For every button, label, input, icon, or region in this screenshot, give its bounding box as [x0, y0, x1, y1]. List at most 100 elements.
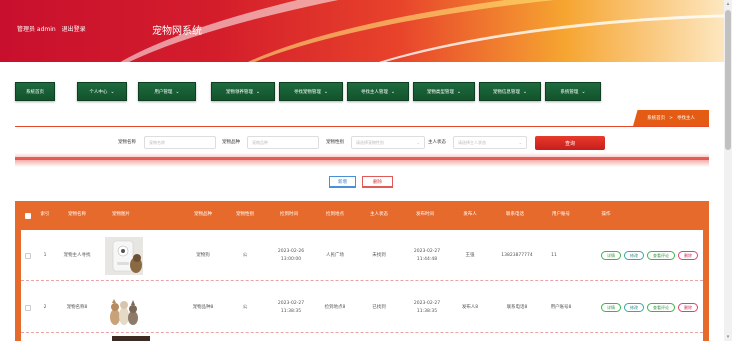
- nav-users[interactable]: 用户管理 ⌄: [138, 82, 196, 101]
- header-breed: 宠物品种: [194, 212, 212, 218]
- row-checkbox[interactable]: [21, 282, 35, 333]
- pet-gender-select[interactable]: 请选择宠物性别 ⌄: [351, 136, 425, 149]
- edit-button[interactable]: 修改: [624, 303, 644, 312]
- cell-found-time: 2023-02-26 13:00:00: [277, 249, 305, 262]
- pet-gender-label: 宠物性别: [326, 140, 344, 145]
- header-actions: 操作: [601, 212, 611, 218]
- add-button[interactable]: 新增: [329, 176, 356, 188]
- query-button[interactable]: 查询: [535, 136, 605, 150]
- table-body: 1 宠物主人寻找 宠物狗 公 2023-02-26 13:00:00 人民广场 …: [21, 230, 703, 341]
- nav-find-pet-label: 寻找宠物管理: [293, 89, 321, 95]
- owner-status-select[interactable]: 请选择主人状态 ⌄: [453, 136, 527, 149]
- header-publish-time: 发布时间: [416, 212, 434, 218]
- header-user: 管理员 admin 退出登录: [17, 24, 90, 33]
- header-phone: 联系电话: [506, 212, 524, 218]
- pet-breed-label: 宠物品种: [222, 140, 240, 145]
- cell-name: 宠物名称8: [66, 304, 88, 310]
- nav-home[interactable]: 系统首页: [15, 82, 55, 101]
- header-gender: 宠物性别: [236, 212, 254, 218]
- pet-gender-placeholder: 请选择宠物性别: [356, 139, 384, 145]
- search-bar: 宠物名称 宠物名称 宠物品种 宠物品种 宠物性别 请选择宠物性别 ⌄ 主人状态 请…: [0, 136, 724, 150]
- chevron-down-icon: ⌄: [416, 140, 420, 145]
- cell-image: [101, 282, 147, 333]
- edit-button[interactable]: 修改: [624, 251, 644, 260]
- chevron-down-icon: ⌄: [255, 88, 261, 95]
- pet-photo: [105, 236, 143, 275]
- header-found-place: 捡到地点: [326, 212, 344, 218]
- table-row: 2 宠物名称8 宠物品种8 公 2023-02-27 11:38:35 捡到地点…: [21, 282, 703, 333]
- nav-find-pet[interactable]: 寻找宠物管理 ⌄: [279, 82, 343, 101]
- scrollbar-thumb[interactable]: [725, 10, 731, 150]
- breadcrumb-separator: >: [669, 115, 673, 121]
- cell-image: [101, 230, 147, 281]
- decorative-glow: [15, 153, 709, 167]
- chevron-down-icon: ⌄: [110, 88, 115, 95]
- row-actions: 详情 修改 查看评论 删除: [601, 230, 701, 281]
- pet-breed-placeholder: 宠物品种: [252, 139, 268, 145]
- detail-button[interactable]: 详情: [601, 251, 621, 260]
- chevron-down-icon: ⌄: [522, 88, 528, 95]
- pet-name-input[interactable]: 宠物名称: [144, 136, 216, 149]
- admin-label: 管理员 admin: [17, 26, 56, 33]
- row-delete-button[interactable]: 删除: [678, 251, 698, 260]
- logout-link[interactable]: 退出登录: [62, 26, 86, 33]
- table-row: 1 宠物主人寻找 宠物狗 公 2023-02-26 13:00:00 人民广场 …: [21, 230, 703, 281]
- table-header: 索引 宠物名称 宠物图片 宠物品种 宠物性别 捡到时间 捡到地点 主人状态 发布…: [21, 201, 703, 230]
- pet-breed-input[interactable]: 宠物品种: [247, 136, 319, 149]
- nav-find-owner-label: 寻找主人管理: [360, 89, 388, 95]
- view-comments-button[interactable]: 查看评论: [647, 303, 675, 312]
- nav-system-label: 系统管理: [560, 89, 579, 95]
- cell-phone: 13823877774: [501, 252, 533, 258]
- cell-breed: 宠物狗: [196, 252, 210, 258]
- nav-pet-type-label: 宠物类型管理: [426, 89, 454, 95]
- header-publisher: 发布人: [463, 212, 477, 218]
- table-row: [21, 334, 703, 341]
- breadcrumb-home[interactable]: 系统首页: [647, 115, 665, 121]
- chevron-down-icon: ⌄: [456, 88, 462, 95]
- nav-pet-info[interactable]: 宠物信息管理 ⌄: [479, 82, 541, 101]
- nav-system[interactable]: 系统管理 ⌄: [545, 82, 601, 101]
- cell-found-time: 2023-02-27 11:38:35: [277, 301, 305, 314]
- chevron-down-icon: ⌄: [323, 88, 329, 95]
- cell-phone: 联系电话8: [506, 304, 528, 310]
- nav-pet-info-label: 宠物信息管理: [492, 89, 520, 95]
- cell-index: 2: [43, 304, 47, 310]
- select-all-checkbox[interactable]: [21, 201, 35, 230]
- nav-profile[interactable]: 个人中心 ⌄: [77, 82, 127, 101]
- pet-photo: [105, 288, 143, 327]
- cell-found-place: 捡到地点8: [324, 304, 346, 310]
- scroll-down-icon[interactable]: ▾: [725, 334, 731, 340]
- cell-status: 已找到: [372, 304, 386, 310]
- nav-adoption[interactable]: 宠物领养管理 ⌄: [211, 82, 275, 101]
- header-banner: 管理员 admin 退出登录 宠物网系统: [0, 0, 724, 62]
- owner-status-label: 主人状态: [428, 140, 446, 145]
- main-nav: 系统首页 个人中心 ⌄ 用户管理 ⌄ 宠物领养管理 ⌄ 寻找宠物管理 ⌄ 寻找主人管理 ⌄…: [15, 82, 615, 102]
- view-comments-button[interactable]: 查看评论: [647, 251, 675, 260]
- cell-name: 宠物主人寻找: [63, 252, 91, 258]
- cell-status: 未找到: [372, 252, 386, 258]
- page-scrollbar[interactable]: ▴ ▾: [724, 0, 732, 341]
- nav-adoption-label: 宠物领养管理: [225, 89, 253, 95]
- pet-name-placeholder: 宠物名称: [149, 139, 165, 145]
- delete-button[interactable]: 删除: [362, 176, 393, 188]
- cell-found-place: 人民广场: [326, 252, 344, 258]
- cell-publish-time: 2023-02-27 11:44:48: [413, 249, 441, 262]
- data-table: 索引 宠物名称 宠物图片 宠物品种 宠物性别 捡到时间 捡到地点 主人状态 发布…: [15, 201, 709, 341]
- row-checkbox[interactable]: [21, 230, 35, 281]
- divider: [15, 126, 709, 127]
- owner-status-placeholder: 请选择主人状态: [458, 139, 486, 145]
- breadcrumb-current: 寻找主人: [676, 116, 695, 121]
- cell-account: 11: [551, 252, 557, 258]
- cell-breed: 宠物品种8: [192, 304, 214, 310]
- row-delete-button[interactable]: 删除: [678, 303, 698, 312]
- nav-profile-label: 个人中心: [89, 89, 108, 95]
- detail-button[interactable]: 详情: [601, 303, 621, 312]
- header-index: 索引: [40, 212, 50, 218]
- decorative-line: [15, 157, 709, 160]
- nav-users-label: 用户管理: [154, 89, 173, 95]
- nav-find-owner[interactable]: 寻找主人管理 ⌄: [347, 82, 409, 101]
- nav-pet-type[interactable]: 宠物类型管理 ⌄: [413, 82, 475, 101]
- breadcrumb: 系统首页 > 寻找主人: [633, 110, 709, 126]
- scroll-up-icon[interactable]: ▴: [725, 1, 731, 7]
- cell-gender: 公: [242, 304, 248, 310]
